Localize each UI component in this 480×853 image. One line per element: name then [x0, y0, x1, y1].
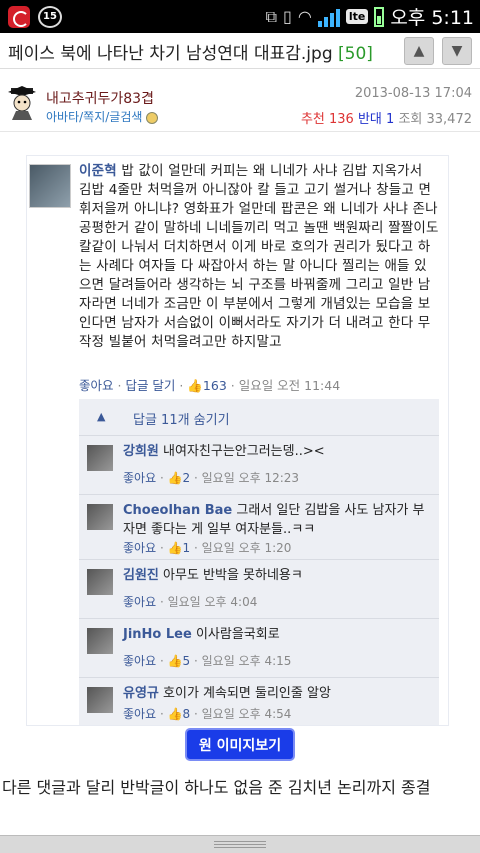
view-original-image-button[interactable]: 원 이미지보기 [185, 728, 295, 761]
thumbs-up-icon: 👍 [167, 654, 183, 668]
author-name[interactable]: 내고추귀두가83겹 [46, 88, 154, 108]
thumbs-up-icon: 👍 [187, 378, 203, 393]
clock: 오후 5:11 [390, 7, 474, 29]
bottom-bar[interactable] [0, 835, 480, 853]
up-arrow-icon: ▲ [413, 43, 425, 59]
status-bar: 15 ⧉ ▯ ◠ lte 오후 5:11 [0, 0, 480, 33]
reply-avatar [87, 569, 113, 595]
commenter-name: 이준혁 [79, 163, 117, 179]
next-post-button[interactable]: ▼ [442, 37, 472, 65]
reply-list: ▲ 답글 11개 숨기기 강희원 내여자친구는안그러는뎅..>< 좋아요 · 👍… [79, 399, 439, 725]
screen-mirror-icon: ⧉ [265, 6, 278, 26]
thumbs-up-icon: 👍 [167, 471, 183, 485]
vibrate-icon: ▯ [283, 7, 292, 26]
prev-post-button[interactable]: ▲ [404, 37, 434, 65]
reply-item: 유영규 호이가 계속되면 둘리인줄 알앙 좋아요 · 👍8 · 일요일 오후 4… [79, 679, 439, 725]
chevron-up-icon: ▲ [97, 410, 106, 423]
reply-avatar [87, 445, 113, 471]
level-badge-icon [146, 111, 159, 124]
app-icon [8, 5, 30, 28]
reply-avatar [87, 687, 113, 713]
post-body: 다른 댓글과 달리 반박글이 하나도 없음 준 김치년 논리까지 종결 [2, 778, 431, 797]
author-links[interactable]: 아바타/쪽지/글검색 [46, 108, 159, 125]
post-stats: 추천 136 반대 1 조회 33,472 [300, 112, 473, 127]
drag-handle-icon[interactable] [214, 841, 266, 848]
reply-item: 김원진 아무도 반박을 못하네용ㅋ 좋아요 · 일요일 오후 4:04 [79, 561, 439, 619]
views-count: 33,472 [426, 112, 473, 127]
recommend-count: 136 [329, 112, 354, 127]
commenter-avatar [29, 164, 71, 208]
post-image[interactable]: 이준혁 밥 값이 얼만데 커피는 왜 니네가 사냐 김밥 지옥가서 김밥 4줄만… [26, 155, 449, 726]
post-date: 2013-08-13 17:04 [354, 86, 472, 101]
comment-count: [50] [338, 44, 373, 64]
down-arrow-icon: ▼ [451, 43, 463, 59]
wifi-icon: ◠ [297, 7, 312, 26]
reply-item: Choeolhan Bae 그래서 일단 김밥을 사도 남자가 부자면 좋다는 … [79, 496, 439, 560]
signal-icon [317, 7, 340, 27]
reply-item: 강희원 내여자친구는안그러는뎅..>< 좋아요 · 👍2 · 일요일 오후 12… [79, 437, 439, 495]
reply-avatar [87, 504, 113, 530]
post-title: 페이스 북에 나타난 차기 남성연대 대표감.jpg [50] [8, 44, 373, 64]
lte-icon: lte [345, 9, 369, 24]
thumbs-up-icon: 👍 [167, 541, 183, 555]
reply-avatar [87, 628, 113, 654]
reply-item: JinHo Lee 이사람을국회로 좋아요 · 👍5 · 일요일 오후 4:15 [79, 620, 439, 678]
main-comment: 이준혁 밥 값이 얼만데 커피는 왜 니네가 사냐 김밥 지옥가서 김밥 4줄만… [79, 163, 439, 350]
author-avatar[interactable] [6, 86, 38, 120]
battery-icon [374, 6, 385, 27]
main-comment-meta: 좋아요 · 답글 달기 · 👍163 · 일요일 오전 11:44 [79, 378, 341, 393]
hide-replies: ▲ 답글 11개 숨기기 [79, 399, 439, 436]
age-rating-icon: 15 [38, 5, 62, 28]
thumbs-up-icon: 👍 [167, 707, 183, 721]
